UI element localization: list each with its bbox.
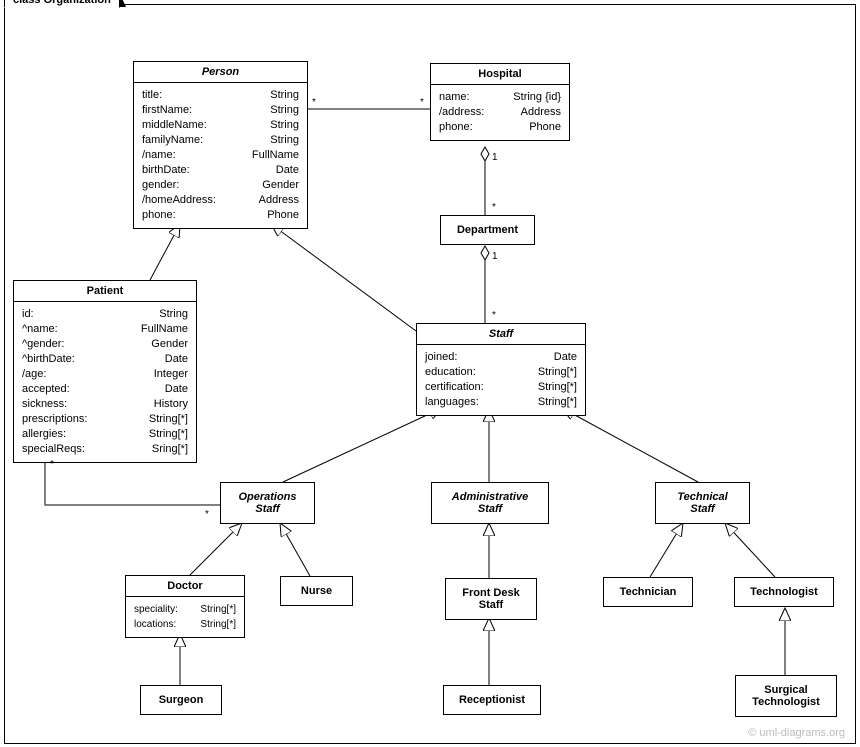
class-surgical-technologist: Surgical Technologist [735, 675, 837, 717]
class-surgeon: Surgeon [140, 685, 222, 715]
class-operations-staff: Operations Staff [220, 482, 315, 524]
class-patient: Patient id:String^name:FullName^gender:G… [13, 280, 197, 463]
attr-row: ^gender:Gender [22, 337, 188, 352]
frame-title: class Organization [4, 0, 120, 8]
attr-row: name:String {id} [439, 90, 561, 105]
attr-row: /age:Integer [22, 367, 188, 382]
mult: * [312, 97, 316, 108]
class-title: Patient [14, 281, 196, 302]
class-doctor: Doctor speciality:String[*]locations:Str… [125, 575, 245, 638]
class-staff: Staff joined:Dateeducation:String[*]cert… [416, 323, 586, 416]
attr-row: /homeAddress:Address [142, 193, 299, 208]
class-technical-staff: Technical Staff [655, 482, 750, 524]
class-attrs: id:String^name:FullName^gender:Gender^bi… [14, 302, 196, 462]
attr-row: /name:FullName [142, 148, 299, 163]
class-title: Doctor [126, 576, 244, 597]
attr-row: locations:String[*] [134, 617, 236, 632]
attr-row: speciality:String[*] [134, 602, 236, 617]
class-title: Hospital [431, 64, 569, 85]
mult: * [205, 509, 209, 520]
attr-row: birthDate:Date [142, 163, 299, 178]
attr-row: accepted:Date [22, 382, 188, 397]
attr-row: middleName:String [142, 118, 299, 133]
mult: * [50, 459, 54, 470]
class-title: Staff [417, 324, 585, 345]
attr-row: certification:String[*] [425, 380, 577, 395]
attr-row: /address:Address [439, 105, 561, 120]
class-attrs: speciality:String[*]locations:String[*] [126, 597, 244, 637]
attr-row: firstName:String [142, 103, 299, 118]
class-attrs: joined:Dateeducation:String[*]certificat… [417, 345, 585, 415]
package-frame: class Organization [4, 4, 856, 744]
mult: 1 [492, 251, 498, 262]
class-administrative-staff: Administrative Staff [431, 482, 549, 524]
class-title: Person [134, 62, 307, 83]
class-technician: Technician [603, 577, 693, 607]
class-front-desk-staff: Front Desk Staff [445, 578, 537, 620]
attr-row: sickness:History [22, 397, 188, 412]
attr-row: allergies:String[*] [22, 427, 188, 442]
attr-row: specialReqs:Sring[*] [22, 442, 188, 457]
class-attrs: name:String {id}/address:Addressphone:Ph… [431, 85, 569, 140]
attr-row: education:String[*] [425, 365, 577, 380]
class-receptionist: Receptionist [443, 685, 541, 715]
watermark: © uml-diagrams.org [748, 727, 845, 739]
class-attrs: title:StringfirstName:StringmiddleName:S… [134, 83, 307, 228]
class-department: Department [440, 215, 535, 245]
mult: * [492, 202, 496, 213]
class-technologist: Technologist [734, 577, 834, 607]
mult: 1 [492, 152, 498, 163]
mult: * [420, 97, 424, 108]
attr-row: ^birthDate:Date [22, 352, 188, 367]
attr-row: title:String [142, 88, 299, 103]
class-person: Person title:StringfirstName:Stringmiddl… [133, 61, 308, 229]
attr-row: gender:Gender [142, 178, 299, 193]
attr-row: ^name:FullName [22, 322, 188, 337]
attr-row: languages:String[*] [425, 395, 577, 410]
attr-row: phone:Phone [142, 208, 299, 223]
attr-row: phone:Phone [439, 120, 561, 135]
attr-row: prescriptions:String[*] [22, 412, 188, 427]
attr-row: familyName:String [142, 133, 299, 148]
attr-row: joined:Date [425, 350, 577, 365]
class-nurse: Nurse [280, 576, 353, 606]
class-hospital: Hospital name:String {id}/address:Addres… [430, 63, 570, 141]
mult: * [492, 310, 496, 321]
attr-row: id:String [22, 307, 188, 322]
